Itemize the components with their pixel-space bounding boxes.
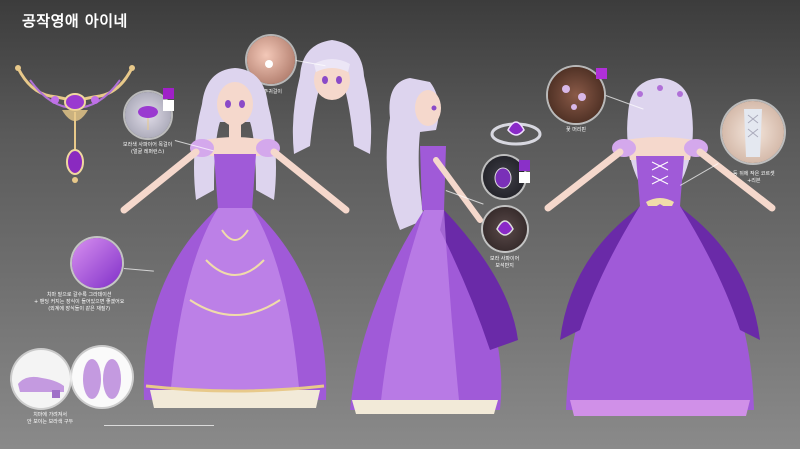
leader-line-4	[104, 425, 214, 426]
shoe-note-line2: 안 보이는 보라색 구두	[27, 419, 74, 425]
character-back-view	[544, 78, 776, 416]
character-front-view	[120, 68, 350, 408]
character-side-view	[350, 78, 518, 414]
shoe-note: 치마에 가려져서 안 보이는 보라색 구두	[27, 412, 73, 426]
page-title: 공작영애 아이네	[22, 12, 128, 30]
shoe-note-line1: 치마에 가려져서	[33, 412, 67, 418]
shoe-side-circle	[12, 350, 70, 408]
